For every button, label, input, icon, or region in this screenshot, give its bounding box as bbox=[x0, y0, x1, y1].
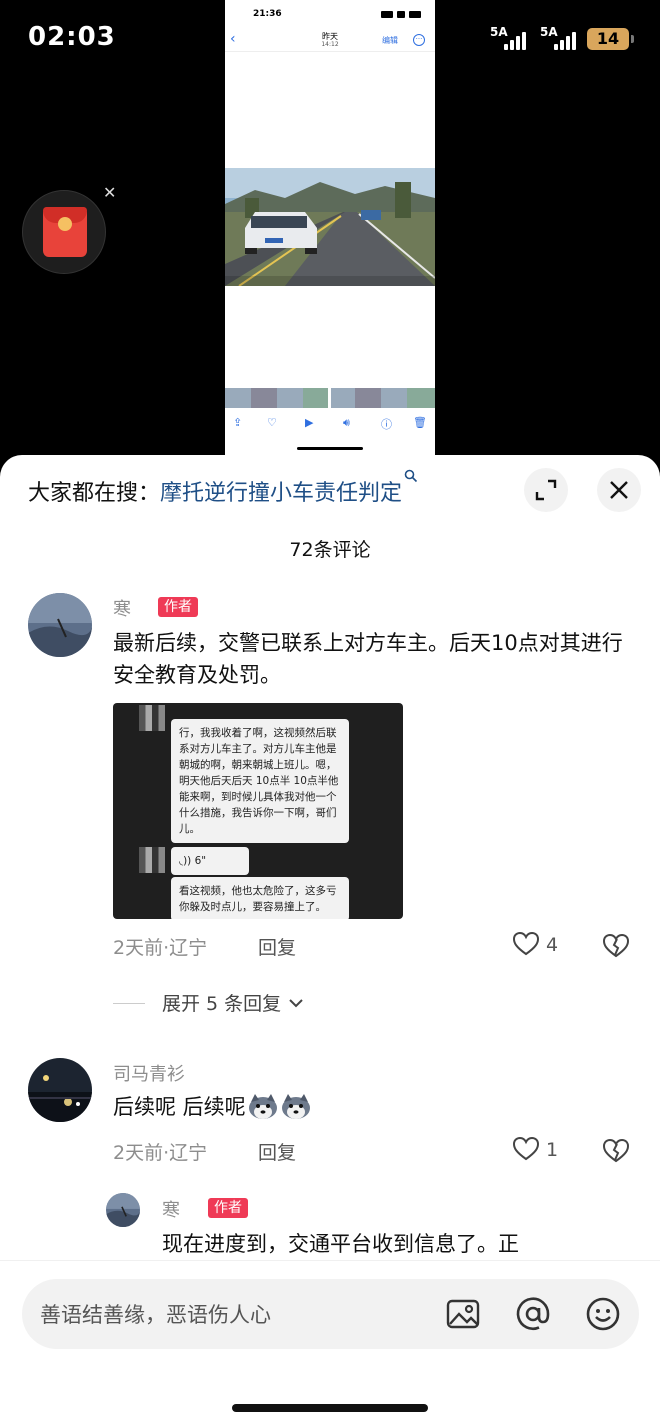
avatar[interactable] bbox=[106, 1193, 140, 1227]
reply-button[interactable]: 回复 bbox=[258, 933, 296, 960]
signal-icon-2: 5A bbox=[540, 26, 588, 52]
embedded-subtitle: 14:12 bbox=[321, 41, 339, 48]
battery-icon: 14 bbox=[587, 28, 634, 50]
close-red-envelope-icon[interactable]: ✕ bbox=[103, 183, 116, 202]
comment-sheet: 大家都在搜：摩托逆行撞小车责任判定 72条评论 寒 作者 最新后续，交警已联系上… bbox=[0, 455, 660, 1420]
comment-text[interactable]: 最新后续，交警已联系上对方车主。后天10点对其进行安全教育及处罚。 bbox=[113, 627, 633, 691]
voice-duration: 6" bbox=[194, 855, 207, 867]
comment-input-placeholder: 善语结善缘，恶语伤人心 bbox=[40, 1303, 271, 1327]
comment-count: 72条评论 bbox=[289, 539, 371, 561]
volume-icon: 🔊︎ bbox=[343, 416, 350, 429]
avatar[interactable] bbox=[28, 1058, 92, 1122]
like-button[interactable]: 4 bbox=[512, 931, 558, 957]
comment-image[interactable]: 行，我我收着了啊，这视频然后联系对方儿车主了。对方儿车主他是朝城的啊，朝来朝城上… bbox=[113, 703, 403, 919]
red-envelope-icon bbox=[43, 207, 87, 257]
husky-emoji-icon-2 bbox=[281, 1094, 310, 1119]
video-timeline bbox=[225, 388, 435, 408]
avatar[interactable] bbox=[28, 593, 92, 657]
comment-meta: 2天前·辽宁 bbox=[113, 1142, 208, 1164]
comment-input[interactable]: 善语结善缘，恶语伤人心 bbox=[22, 1279, 639, 1349]
author-badge: 作者 bbox=[158, 597, 198, 617]
voice-message: ◟)) 6" bbox=[171, 847, 249, 875]
author-badge: 作者 bbox=[208, 1198, 248, 1218]
comment-composer: 善语结善缘，恶语伤人心 bbox=[0, 1260, 660, 1420]
fullscreen-button[interactable] bbox=[524, 468, 568, 512]
embedded-home-indicator bbox=[297, 447, 363, 450]
embedded-toolbar: ⇪ ♡ ▶ 🔊︎ ⓘ 🗑︎ bbox=[225, 412, 435, 436]
image-icon[interactable] bbox=[445, 1296, 481, 1332]
voice-wave-icon: ◟)) bbox=[179, 855, 192, 867]
more-icon: ··· bbox=[413, 34, 425, 46]
blurred-avatar-2 bbox=[139, 847, 165, 873]
share-icon: ⇪ bbox=[233, 416, 243, 429]
embedded-screenshot: 21:36 ‹ 昨天 14:12 编辑 ··· ⇪ ♡ ▶ 🔊︎ ⓘ 🗑︎ bbox=[225, 0, 435, 460]
like-button[interactable]: 1 bbox=[512, 1136, 558, 1162]
comment-username[interactable]: 司马青衫 bbox=[113, 1060, 185, 1086]
divider bbox=[113, 1003, 145, 1004]
mention-icon[interactable] bbox=[515, 1296, 551, 1332]
expand-icon bbox=[535, 479, 557, 501]
red-envelope-button[interactable] bbox=[22, 190, 106, 274]
dislike-icon[interactable] bbox=[602, 933, 630, 959]
comment-text: 后续呢 后续呢 bbox=[113, 1095, 246, 1119]
home-indicator bbox=[232, 1404, 428, 1412]
trending-search-prefix: 大家都在搜： bbox=[28, 481, 161, 506]
comment-text[interactable]: 现在进度到，交通平台收到信息了。正 bbox=[162, 1228, 519, 1260]
comment-username[interactable]: 寒 bbox=[113, 595, 131, 621]
like-count: 1 bbox=[546, 1139, 559, 1161]
embedded-time: 21:36 bbox=[253, 9, 282, 19]
play-icon: ▶ bbox=[305, 416, 314, 429]
trash-icon: 🗑︎ bbox=[413, 416, 427, 429]
reply-button[interactable]: 回复 bbox=[258, 1138, 296, 1165]
search-icon bbox=[404, 469, 418, 483]
embedded-edit: 编辑 bbox=[382, 36, 398, 45]
signal-icon: 5A bbox=[490, 26, 538, 52]
like-count: 4 bbox=[546, 934, 559, 956]
trending-search[interactable]: 大家都在搜：摩托逆行撞小车责任判定 bbox=[28, 469, 418, 511]
dashcam-video-frame bbox=[225, 168, 435, 286]
comment-username[interactable]: 寒 bbox=[162, 1196, 180, 1222]
embedded-nav: ‹ 昨天 14:12 编辑 ··· bbox=[225, 28, 435, 52]
chevron-down-icon bbox=[289, 999, 303, 1008]
heart-icon bbox=[512, 931, 540, 956]
chat-message-2: 看这视频，他也太危险了，这多亏你躲及时点儿，要容易撞上了。 bbox=[171, 877, 349, 919]
comment-text-row[interactable]: 后续呢 后续呢 bbox=[113, 1091, 312, 1123]
heart-icon bbox=[512, 1136, 540, 1161]
chat-message: 行，我我收着了啊，这视频然后联系对方儿车主了。对方儿车主他是朝城的啊，朝来朝城上… bbox=[171, 719, 349, 843]
blurred-avatar bbox=[139, 705, 165, 731]
embedded-status-icons bbox=[381, 11, 421, 19]
emoji-icon[interactable] bbox=[585, 1296, 621, 1332]
husky-emoji-icon bbox=[248, 1094, 277, 1119]
dislike-icon[interactable] bbox=[602, 1138, 630, 1164]
close-icon bbox=[610, 481, 628, 499]
close-button[interactable] bbox=[597, 468, 641, 512]
status-time: 02:03 bbox=[28, 22, 116, 52]
expand-replies-label: 展开 5 条回复 bbox=[162, 993, 282, 1015]
trending-search-keyword[interactable]: 摩托逆行撞小车责任判定 bbox=[160, 481, 402, 506]
comment-meta: 2天前·辽宁 bbox=[113, 937, 208, 959]
heart-icon: ♡ bbox=[267, 416, 277, 429]
info-icon: ⓘ bbox=[381, 418, 392, 431]
expand-replies-button[interactable]: 展开 5 条回复 bbox=[162, 989, 305, 1016]
